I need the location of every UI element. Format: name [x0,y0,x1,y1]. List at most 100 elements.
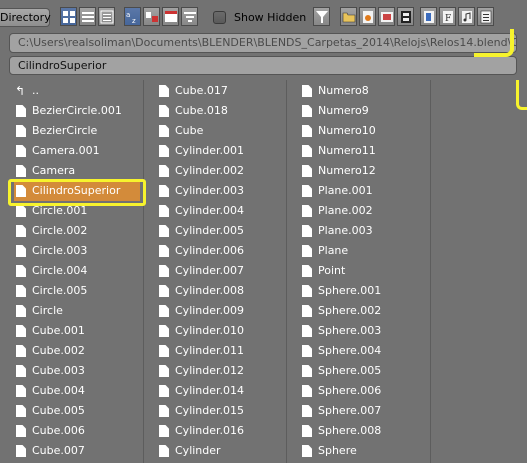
thumbnail-view-button[interactable] [60,7,77,26]
file-list-item[interactable]: Cylinder.011 [143,341,281,361]
file-list-item[interactable]: Cylinder.005 [143,221,281,241]
file-list-item[interactable]: Cylinder.008 [143,281,281,301]
file-list-item[interactable]: Numero11 [286,141,424,161]
file-list-item[interactable]: Cube.004 [0,381,138,401]
script-filter-button[interactable] [420,7,437,26]
sort-alpha-button[interactable]: az [124,7,141,26]
file-name-label: Cylinder.002 [175,164,245,177]
file-list-item[interactable]: Plane [286,241,424,261]
file-list-item[interactable]: Circle.002 [0,221,138,241]
file-list-item[interactable]: Sphere.007 [286,401,424,421]
file-list-item[interactable]: Sphere.001 [286,281,424,301]
file-list-item[interactable]: Cylinder.010 [143,321,281,341]
file-list-item[interactable]: Circle.003 [0,241,138,261]
file-name-label: Cylinder.010 [175,324,245,337]
text-filter-button[interactable] [477,7,494,26]
file-name-label: Numero10 [318,124,376,137]
file-list-item[interactable]: Sphere.005 [286,361,424,381]
filter-button[interactable] [313,7,330,26]
file-icon [159,165,169,177]
file-list-item[interactable]: Cube.006 [0,421,138,441]
file-icon [159,365,169,377]
file-list-item[interactable]: Sphere.006 [286,381,424,401]
long-list-button[interactable] [98,7,115,26]
file-list-item[interactable]: Numero8 [286,81,424,101]
parent-directory-button[interactable]: Directory [0,8,51,27]
file-list-item[interactable]: Cylinder.007 [143,261,281,281]
file-name-label: Sphere.006 [318,384,382,397]
file-list-item[interactable]: Numero12 [286,161,424,181]
file-icon [302,405,312,417]
file-list-item[interactable]: Cylinder.009 [143,301,281,321]
file-list-item[interactable]: Sphere [286,441,424,461]
file-list-item[interactable]: Cube [143,121,281,141]
file-icon [302,85,312,97]
file-list-item[interactable]: Cylinder.004 [143,201,281,221]
file-list-item[interactable]: Numero9 [286,101,424,121]
file-name-label: Numero11 [318,144,376,157]
file-list-item[interactable]: Cube.005 [0,401,138,421]
parent-directory-item[interactable]: ↰.. [0,81,138,101]
file-icon [159,285,169,297]
file-list-item[interactable]: Sphere.004 [286,341,424,361]
text-filter-icon [480,10,492,24]
file-list-item[interactable]: Cylinder.001 [143,141,281,161]
filename-input[interactable]: CilindroSuperior [9,56,517,75]
file-list-item[interactable]: Sphere.002 [286,301,424,321]
file-icon [16,165,26,177]
directory-path-input[interactable]: C:\Users\realsoliman\Documents\BLENDER\B… [9,33,517,53]
file-icon [16,265,26,277]
file-list-item[interactable]: Sphere.003 [286,321,424,341]
file-list-item[interactable]: Cube.007 [0,441,138,461]
file-list-item[interactable]: Cylinder.016 [143,421,281,441]
sound-filter-button[interactable] [458,7,475,26]
file-list-item[interactable]: Cylinder.003 [143,181,281,201]
file-list-item[interactable]: Camera.001 [0,141,138,161]
file-list-item[interactable]: Cylinder.002 [143,161,281,181]
file-icon [302,265,312,277]
file-list-item[interactable]: Cylinder.012 [143,361,281,381]
file-icon [302,105,312,117]
file-list-item[interactable]: Numero10 [286,121,424,141]
sort-size-button[interactable] [181,7,198,26]
file-list-item[interactable]: Cube.002 [0,341,138,361]
folder-filter-button[interactable] [340,7,357,26]
file-list-item[interactable]: Cylinder.006 [143,241,281,261]
file-name-label: Circle.005 [32,284,88,297]
file-list-item[interactable]: Plane.002 [286,201,424,221]
file-icon [159,105,169,117]
file-list-item[interactable]: Cylinder.014 [143,381,281,401]
file-list-item[interactable]: Plane.003 [286,221,424,241]
movie-filter-button[interactable] [397,7,414,26]
file-list-item[interactable]: Circle.005 [0,281,138,301]
file-list-item[interactable]: Point [286,261,424,281]
file-list-item[interactable]: Cube.018 [143,101,281,121]
file-icon [159,145,169,157]
file-name-label: Cube [175,124,204,137]
file-list-item[interactable]: Cube.017 [143,81,281,101]
file-list-item[interactable]: Cylinder [143,441,281,461]
sort-time-button[interactable] [162,7,179,26]
sort-size-icon [184,12,196,22]
short-list-button[interactable] [79,7,96,26]
file-list-item[interactable]: Plane.001 [286,181,424,201]
file-icon [159,425,169,437]
file-name-label: Sphere.001 [318,284,382,297]
file-list-item[interactable]: Circle.004 [0,261,138,281]
file-list-item[interactable]: Circle [0,301,138,321]
sort-extension-button[interactable] [143,7,160,26]
image-filter-button[interactable] [378,7,395,26]
file-list-item[interactable]: Cylinder.015 [143,401,281,421]
file-list-item[interactable]: Camera [0,161,138,181]
show-hidden-checkbox[interactable] [213,11,226,24]
font-filter-button[interactable]: F [439,7,456,26]
blend-file-filter-button[interactable] [359,7,376,26]
file-name-label: Sphere [318,444,357,457]
file-list-item[interactable]: Cube.003 [0,361,138,381]
file-icon [159,225,169,237]
file-list-item[interactable]: Cube.001 [0,321,138,341]
file-list-item[interactable]: BezierCircle [0,121,138,141]
file-list-item[interactable]: Sphere.008 [286,421,424,441]
file-name-label: Cube.001 [32,324,85,337]
file-list-item[interactable]: BezierCircle.001 [0,101,138,121]
